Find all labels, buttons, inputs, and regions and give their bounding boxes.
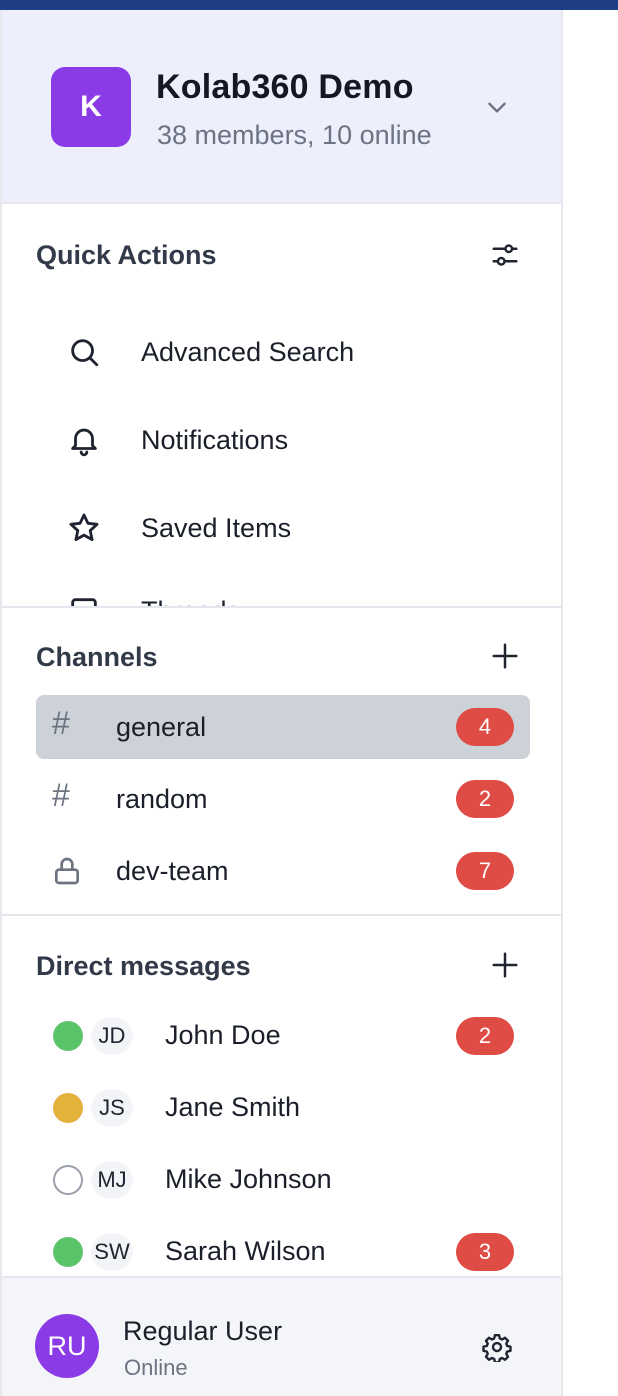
unread-badge: 4 [456,708,514,746]
quick-action-label: Saved Items [141,512,292,543]
unread-badge: 2 [456,1017,514,1055]
dm-name: Jane Smith [165,1092,301,1122]
dm-item-jane-smith[interactable]: JS Jane Smith [36,1076,530,1140]
hash-icon: # [52,777,70,813]
channel-item-dev-team[interactable]: dev-team 7 [36,839,530,903]
presence-offline-indicator [53,1165,83,1195]
channel-item-general[interactable]: # general 4 [36,695,530,759]
channel-name: random [116,784,208,814]
workspace-logo: K [51,67,131,147]
dm-name: Mike Johnson [165,1164,332,1194]
dm-name: John Doe [165,1020,281,1050]
presence-online-indicator [53,1021,83,1051]
sliders-icon[interactable] [490,240,520,270]
quick-action-saved-items[interactable]: Saved Items [36,493,526,563]
current-user-panel: RU Regular User Online [2,1276,561,1396]
hash-icon: # [52,705,70,741]
search-icon [67,335,101,369]
unread-badge: 7 [456,852,514,890]
channel-item-random[interactable]: # random 2 [36,767,530,831]
workspace-name: Kolab360 Demo [156,68,414,106]
quick-action-label: Threads [141,596,240,607]
channel-name: dev-team [116,856,229,886]
quick-actions-title: Quick Actions [36,240,217,270]
add-channel-plus-icon[interactable] [490,641,520,671]
avatar: SW [91,1233,133,1271]
dm-item-john-doe[interactable]: JD John Doe 2 [36,1004,530,1068]
bell-icon [67,423,101,457]
avatar: JD [91,1017,133,1055]
quick-action-notifications[interactable]: Notifications [36,405,526,475]
channel-name: general [116,712,207,742]
current-user-name: Regular User [123,1316,283,1346]
star-icon [67,511,101,545]
workspace-header[interactable]: K Kolab360 Demo 38 members, 10 online [2,10,561,204]
direct-messages-title: Direct messages [36,951,251,981]
quick-action-advanced-search[interactable]: Advanced Search [36,317,526,387]
dm-name: Sarah Wilson [165,1236,326,1266]
dm-item-sarah-wilson[interactable]: SW Sarah Wilson 3 [36,1220,530,1284]
unread-badge: 3 [456,1233,514,1271]
top-accent-bar [0,0,618,10]
presence-online-indicator [53,1237,83,1267]
avatar[interactable]: RU [35,1314,99,1378]
divider [2,606,561,608]
quick-actions-panel: Quick Actions Advanced Search Notificati… [2,206,561,606]
quick-action-threads[interactable]: Threads [36,576,526,606]
add-dm-plus-icon[interactable] [490,950,520,980]
lock-icon [51,855,83,887]
divider [2,914,561,916]
current-user-status: Online [124,1355,188,1380]
quick-action-label: Notifications [141,424,289,455]
chevron-down-icon[interactable] [484,94,510,120]
avatar: MJ [91,1161,133,1199]
dm-item-mike-johnson[interactable]: MJ Mike Johnson [36,1148,530,1212]
workspace-member-count: 38 members, 10 online [157,120,432,150]
unread-badge: 2 [456,780,514,818]
presence-away-indicator [53,1093,83,1123]
gear-icon[interactable] [482,1332,512,1362]
avatar: JS [91,1089,133,1127]
quick-action-label: Advanced Search [141,336,355,367]
channels-title: Channels [36,642,158,672]
message-square-icon [67,594,101,606]
sidebar: K Kolab360 Demo 38 members, 10 online Qu… [0,10,563,1396]
